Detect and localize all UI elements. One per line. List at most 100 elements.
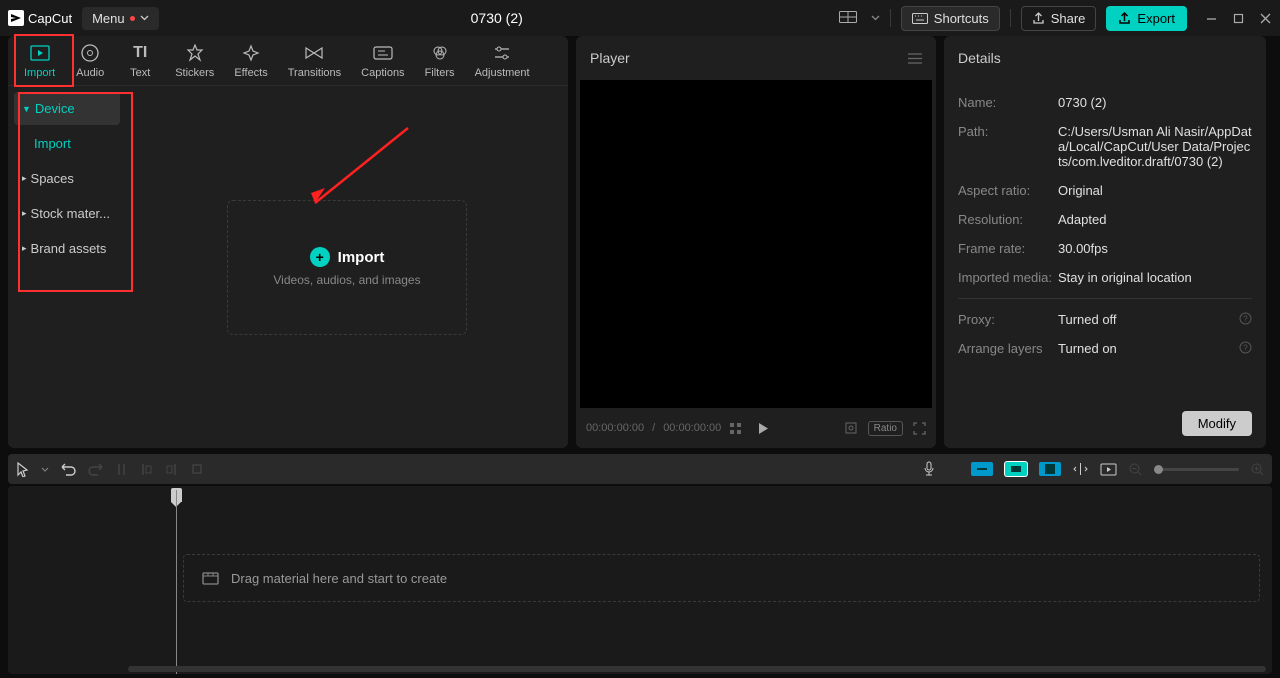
main-area: Import Audio TI Text Stickers Effects Tr… xyxy=(0,36,1280,448)
chevron-down-icon[interactable] xyxy=(871,15,880,21)
divider xyxy=(1010,9,1011,27)
zoom-slider-thumb[interactable] xyxy=(1154,465,1163,474)
tab-captions[interactable]: Captions xyxy=(351,36,414,85)
redo-button[interactable] xyxy=(88,463,103,476)
snap-icon[interactable] xyxy=(1073,462,1088,476)
timeline-toolbar xyxy=(8,454,1272,484)
player-menu-icon[interactable] xyxy=(908,53,922,64)
ratio-button[interactable]: Ratio xyxy=(868,421,903,436)
player-header: Player xyxy=(576,36,936,80)
audio-icon xyxy=(81,43,99,63)
tab-audio[interactable]: Audio xyxy=(65,36,115,85)
import-button[interactable]: + Import Videos, audios, and images xyxy=(227,200,467,335)
menu-button[interactable]: Menu xyxy=(82,7,159,30)
preview-icon[interactable] xyxy=(1100,463,1117,476)
sidebar-item-device[interactable]: ▼ Device xyxy=(14,92,120,125)
annotation-arrow xyxy=(303,123,413,213)
app-name: CapCut xyxy=(28,11,72,26)
media-sidebar: ▼ Device Import ▸ Spaces ▸ Stock mater..… xyxy=(8,86,126,448)
track-height-large[interactable] xyxy=(1039,462,1061,476)
tab-stickers[interactable]: Stickers xyxy=(165,36,224,85)
maximize-button[interactable] xyxy=(1232,12,1245,25)
sidebar-item-stock[interactable]: ▸ Stock mater... xyxy=(14,197,120,230)
close-button[interactable] xyxy=(1259,12,1272,25)
text-icon: TI xyxy=(133,43,147,63)
timeline[interactable]: Drag material here and start to create xyxy=(8,486,1272,674)
delete-right-button[interactable] xyxy=(165,462,178,477)
track-height-small[interactable] xyxy=(971,462,993,476)
stickers-icon xyxy=(186,43,204,63)
crop-button[interactable] xyxy=(190,462,204,476)
timeline-scrollbar[interactable] xyxy=(128,666,1266,672)
time-separator: / xyxy=(652,422,655,434)
sidebar-item-spaces[interactable]: ▸ Spaces xyxy=(14,162,120,195)
delete-left-button[interactable] xyxy=(140,462,153,477)
modify-button[interactable]: Modify xyxy=(1182,411,1252,436)
caret-right-icon: ▸ xyxy=(22,173,27,184)
player-viewport[interactable] xyxy=(580,80,932,408)
tab-transitions[interactable]: Transitions xyxy=(278,36,351,85)
scale-icon[interactable] xyxy=(844,421,858,435)
play-button[interactable] xyxy=(750,422,777,435)
layout-icon[interactable] xyxy=(835,7,861,29)
menu-notification-dot xyxy=(130,16,135,21)
player-title: Player xyxy=(590,50,630,66)
player-panel: Player 00:00:00:00 / 00:00:00:00 Ratio xyxy=(576,36,936,448)
plus-icon: + xyxy=(310,247,330,267)
track-height-medium[interactable] xyxy=(1005,462,1027,476)
zoom-in-icon[interactable] xyxy=(1251,463,1264,476)
tab-effects[interactable]: Effects xyxy=(224,36,277,85)
zoom-slider[interactable] xyxy=(1154,468,1239,471)
import-subtitle: Videos, audios, and images xyxy=(273,273,420,287)
player-controls: 00:00:00:00 / 00:00:00:00 Ratio xyxy=(576,408,936,448)
captions-icon xyxy=(373,43,393,63)
caret-down-icon: ▼ xyxy=(22,104,31,114)
sidebar-item-brand-assets[interactable]: ▸ Brand assets xyxy=(14,232,120,265)
split-button[interactable] xyxy=(115,462,128,477)
undo-button[interactable] xyxy=(61,463,76,476)
detail-row-path: Path: C:/Users/Usman Ali Nasir/AppData/L… xyxy=(958,117,1252,176)
detail-row-proxy: Proxy: Turned off ? xyxy=(958,305,1252,334)
share-button[interactable]: Share xyxy=(1021,6,1097,31)
sidebar-item-import[interactable]: Import xyxy=(14,127,120,160)
export-button[interactable]: Export xyxy=(1106,6,1187,31)
chevron-down-icon xyxy=(140,15,149,21)
import-icon xyxy=(30,43,50,63)
detail-row-name: Name: 0730 (2) xyxy=(958,88,1252,117)
tab-filters[interactable]: Filters xyxy=(415,36,465,85)
select-tool-icon[interactable] xyxy=(16,462,29,477)
divider xyxy=(890,9,891,27)
minimize-button[interactable] xyxy=(1205,12,1218,25)
capcut-logo-icon xyxy=(8,10,24,26)
svg-text:?: ? xyxy=(1243,315,1248,324)
chevron-down-icon[interactable] xyxy=(41,467,49,472)
import-drop-area: + Import Videos, audios, and images xyxy=(126,86,568,448)
fullscreen-icon[interactable] xyxy=(913,422,926,435)
details-title: Details xyxy=(958,50,1001,66)
effects-icon xyxy=(242,43,260,63)
zoom-out-icon[interactable] xyxy=(1129,463,1142,476)
tab-text[interactable]: TI Text xyxy=(115,36,165,85)
divider xyxy=(958,298,1252,299)
detail-row-resolution: Resolution: Adapted xyxy=(958,205,1252,234)
shortcuts-button[interactable]: Shortcuts xyxy=(901,6,1000,31)
media-content: ▼ Device Import ▸ Spaces ▸ Stock mater..… xyxy=(8,86,568,448)
details-panel: Details Name: 0730 (2) Path: C:/Users/Us… xyxy=(944,36,1266,448)
tab-adjustment[interactable]: Adjustment xyxy=(465,36,540,85)
help-icon[interactable]: ? xyxy=(1235,341,1252,356)
detail-row-aspect: Aspect ratio: Original xyxy=(958,176,1252,205)
details-body: Name: 0730 (2) Path: C:/Users/Usman Ali … xyxy=(944,80,1266,448)
mic-record-icon[interactable] xyxy=(923,461,935,477)
time-total: 00:00:00:00 xyxy=(663,422,721,434)
timeline-drop-zone[interactable]: Drag material here and start to create xyxy=(183,554,1260,602)
export-icon xyxy=(1118,12,1131,25)
playhead-line xyxy=(176,490,177,674)
project-title: 0730 (2) xyxy=(169,10,825,26)
drop-zone-hint: Drag material here and start to create xyxy=(231,571,447,586)
help-icon[interactable]: ? xyxy=(1235,312,1252,327)
caret-right-icon: ▸ xyxy=(22,243,27,254)
tab-import[interactable]: Import xyxy=(14,36,65,85)
grid-icon[interactable] xyxy=(729,422,742,435)
svg-text:?: ? xyxy=(1243,344,1248,353)
media-icon xyxy=(202,572,219,585)
